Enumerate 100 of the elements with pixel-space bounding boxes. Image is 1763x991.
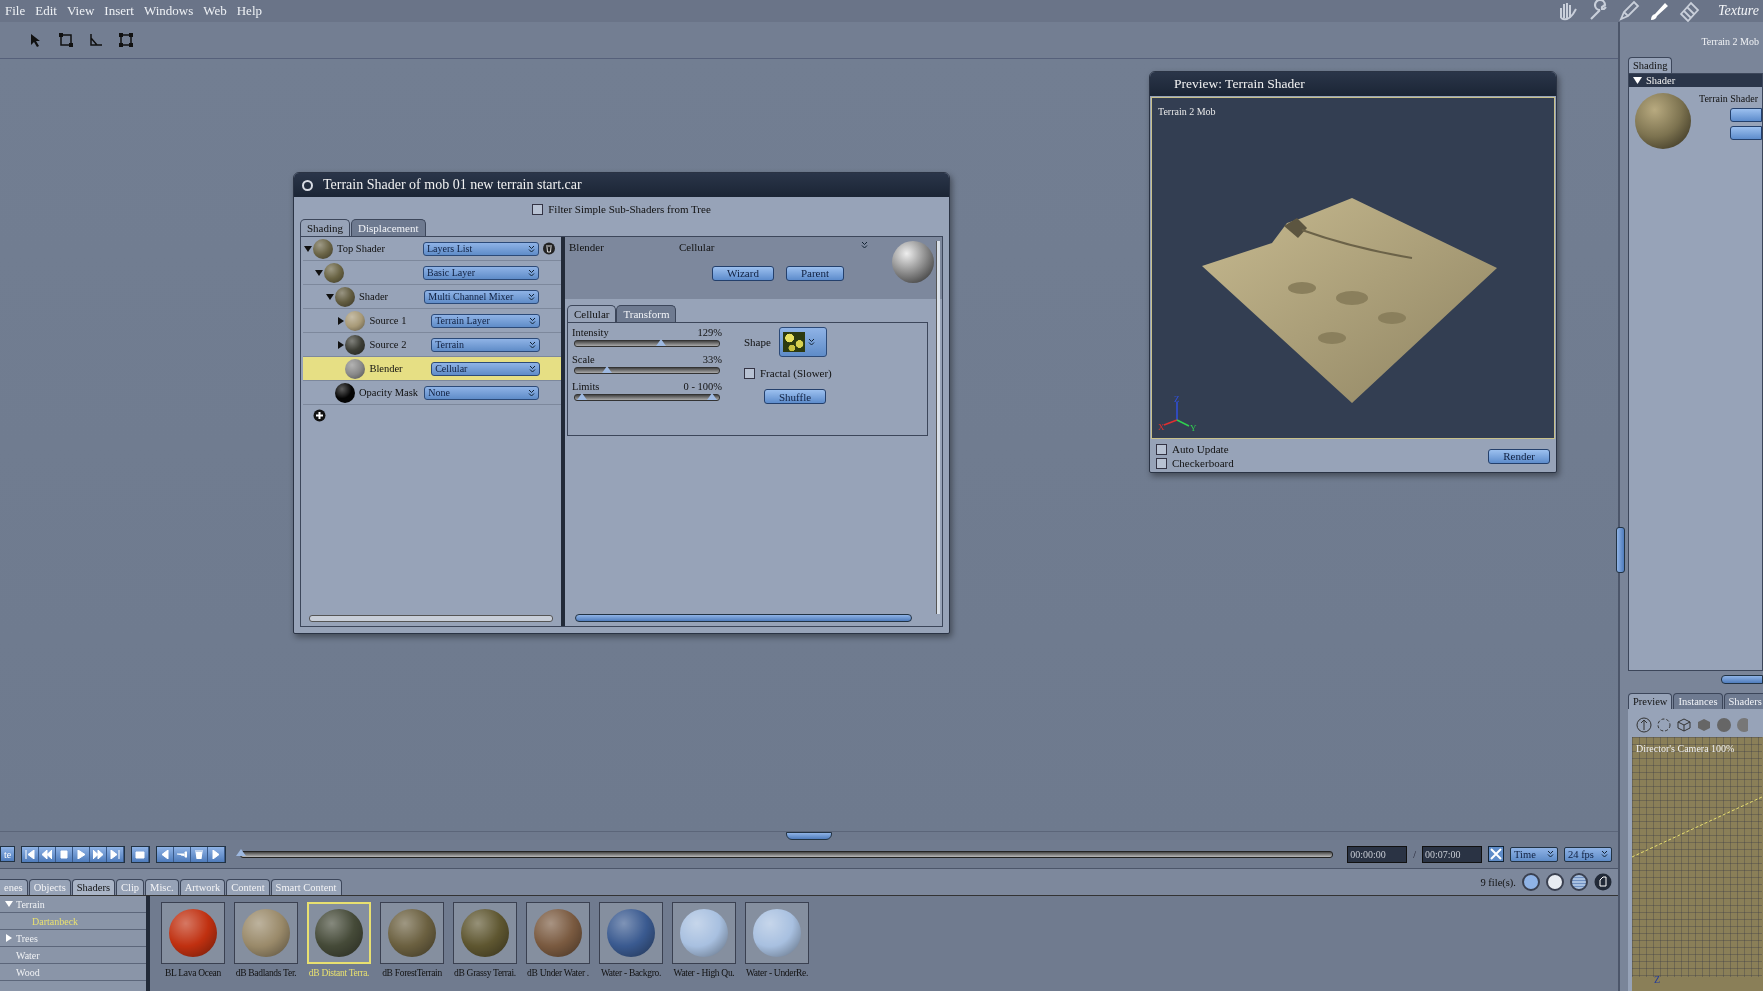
shader-type-dropdown[interactable]: None — [424, 385, 540, 400]
list-view-icon[interactable] — [1570, 873, 1588, 891]
shader-file-name: dB Distant Terra. — [308, 968, 370, 978]
shader-thumbnail[interactable] — [161, 902, 225, 964]
expanded-arrow-icon[interactable] — [315, 268, 323, 277]
tab[interactable]: Cellular — [567, 305, 617, 322]
shader-tree-row[interactable]: Opacity Mask None — [303, 381, 561, 405]
shader-tree-row[interactable]: Basic Layer — [303, 261, 561, 285]
shader-thumbnail[interactable] — [380, 902, 444, 964]
tab[interactable]: Displacement — [351, 219, 426, 236]
shader-thumbnail[interactable] — [672, 902, 736, 964]
vertical-scrollbar[interactable] — [936, 241, 940, 614]
shader-type-dropdown[interactable]: Cellular — [431, 361, 541, 376]
menu-item[interactable]: Web — [200, 3, 234, 19]
panel-button[interactable] — [1730, 108, 1762, 122]
time-mode-dropdown[interactable]: Time — [1510, 846, 1558, 862]
shader-thumbnail[interactable] — [526, 902, 590, 964]
brush-icon[interactable] — [1648, 0, 1671, 22]
first-frame-icon[interactable] — [22, 846, 40, 862]
shader-thumbnail[interactable] — [234, 902, 298, 964]
splitter-handle[interactable] — [1721, 674, 1763, 684]
tab[interactable]: Transform — [616, 305, 677, 322]
viewport-label: Terrain 2 Mob — [1158, 106, 1216, 117]
rewind-icon[interactable] — [39, 846, 57, 862]
timeline-button[interactable]: te — [0, 846, 16, 862]
current-time-field[interactable]: 00:00:00 — [1347, 845, 1408, 863]
tab[interactable]: Preview — [1628, 693, 1673, 709]
shader-action-button[interactable]: Wizard — [711, 265, 774, 281]
checkbox[interactable] — [744, 367, 755, 379]
expanded-arrow-icon[interactable] — [1633, 77, 1642, 84]
key-icon[interactable] — [174, 846, 192, 862]
shape-dropdown[interactable] — [778, 327, 827, 357]
section-header[interactable]: Shader — [1629, 74, 1762, 87]
checkbox[interactable] — [1156, 457, 1167, 469]
shader-tree-row[interactable]: Shader Multi Channel Mixer — [303, 285, 561, 309]
expanded-arrow-icon[interactable] — [325, 292, 334, 301]
menu-item[interactable]: Edit — [32, 3, 64, 19]
close-button[interactable] — [302, 179, 313, 191]
slider-label: Scale — [572, 354, 595, 365]
collapsed-arrow-icon[interactable] — [336, 340, 345, 349]
menu-item[interactable]: View — [63, 3, 102, 19]
shader-type-dropdown[interactable]: Terrain — [431, 337, 541, 352]
cube-icon[interactable] — [1676, 717, 1692, 733]
tab[interactable]: Shaders — [1723, 693, 1763, 709]
collapsed-arrow-icon[interactable] — [336, 316, 345, 325]
end-time-field[interactable]: 00:07:00 — [1422, 845, 1482, 863]
expanded-arrow-icon[interactable] — [304, 244, 312, 253]
shader-thumbnail[interactable] — [453, 902, 517, 964]
shader-action-button[interactable]: Parent — [785, 265, 844, 281]
tab[interactable]: Shading — [1628, 57, 1673, 73]
menu-item[interactable]: Help — [233, 3, 269, 19]
shuffle-button[interactable]: Shuffle — [764, 389, 827, 404]
shader-tree-row[interactable]: Source 1 Terrain Layer — [303, 309, 561, 333]
shader-name: Blender — [369, 363, 404, 374]
add-layer-icon[interactable] — [313, 409, 326, 422]
view-mode-icon[interactable] — [1522, 873, 1540, 891]
menu-item[interactable]: Windows — [140, 3, 201, 19]
checkbox[interactable] — [1156, 443, 1167, 455]
tab[interactable]: Shaders — [71, 879, 115, 895]
arrow-up-icon[interactable] — [1636, 717, 1652, 733]
bounding-box-icon[interactable] — [118, 32, 134, 48]
shader-type-dropdown[interactable]: Multi Channel Mixer — [424, 289, 540, 304]
shader-thumbnail[interactable] — [745, 902, 809, 964]
horizontal-scrollbar[interactable] — [309, 615, 553, 622]
shader-thumbnail[interactable] — [599, 902, 663, 964]
clear-icon[interactable] — [1488, 846, 1504, 862]
shader-file-name: dB Badlands Ter. — [235, 968, 297, 978]
shader-tree-row[interactable]: Blender Cellular — [303, 357, 561, 381]
time-separator: / — [1413, 848, 1416, 860]
shader-type-dropdown[interactable]: Basic Layer — [423, 265, 539, 280]
render-button[interactable]: Render — [1488, 448, 1550, 464]
view-mode-icon[interactable] — [1546, 873, 1564, 891]
tab[interactable]: Shading — [300, 219, 351, 236]
rectangle-icon[interactable] — [58, 32, 74, 48]
menu-item[interactable]: Insert — [101, 3, 141, 19]
document-icon[interactable] — [1594, 873, 1612, 891]
slider[interactable] — [574, 367, 720, 374]
tab[interactable]: Instances — [1673, 693, 1723, 709]
checkbox-label: Auto Update — [1172, 443, 1229, 455]
slider[interactable] — [574, 340, 720, 347]
angle-icon[interactable] — [88, 32, 104, 48]
checkbox[interactable] — [532, 203, 544, 215]
panel-button[interactable] — [1730, 126, 1762, 140]
horizontal-scrollbar[interactable] — [575, 614, 912, 622]
pen-icon[interactable] — [1618, 0, 1641, 22]
last-frame-icon[interactable] — [107, 846, 125, 862]
fast-forward-icon[interactable] — [90, 846, 108, 862]
menu-item[interactable]: File — [2, 3, 33, 19]
rotate-icon[interactable] — [1656, 717, 1672, 733]
frame-rate-dropdown[interactable]: 24 fps — [1564, 846, 1612, 862]
trash-icon[interactable] — [543, 242, 555, 255]
shader-type-dropdown[interactable]: Layers List — [423, 241, 539, 256]
shader-type-dropdown[interactable]: Terrain Layer — [431, 313, 541, 328]
splitter-handle[interactable] — [786, 832, 832, 840]
shader-sphere-icon — [1635, 93, 1691, 149]
shader-tree-row[interactable]: Top Shader Layers List — [303, 237, 561, 261]
loop-icon[interactable] — [132, 846, 150, 862]
panel-collapse-handle[interactable] — [1616, 527, 1625, 573]
slider[interactable] — [574, 394, 720, 401]
film-icon[interactable] — [1678, 0, 1701, 22]
